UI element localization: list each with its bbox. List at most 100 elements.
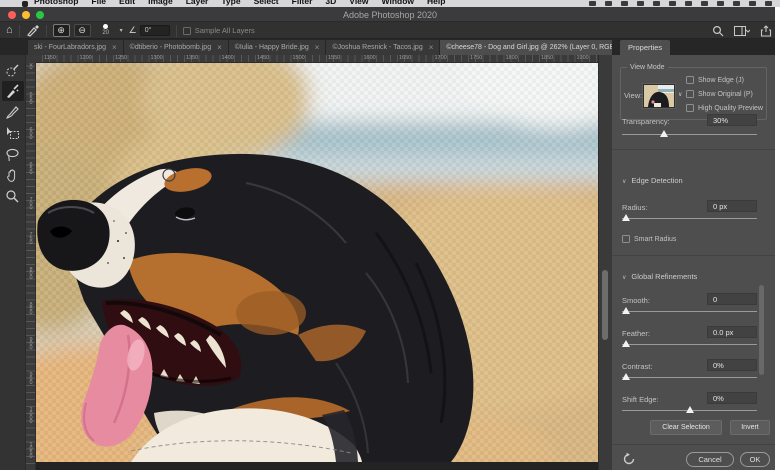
refinement-slider-thumb[interactable] <box>622 340 631 347</box>
smart-radius-row[interactable]: Smart Radius <box>622 235 676 243</box>
image-canvas[interactable] <box>36 63 598 462</box>
cancel-button[interactable]: Cancel <box>686 452 734 467</box>
menu-item[interactable]: Photoshop <box>34 0 78 6</box>
radius-slider[interactable] <box>622 214 757 221</box>
panel-scrollbar[interactable] <box>759 285 764 375</box>
menu-item[interactable]: Type <box>221 0 240 6</box>
brush-angle-icon: ∠ <box>128 25 137 35</box>
canvas-scrollbar[interactable] <box>602 270 608 340</box>
refinement-label: Feather: <box>622 329 650 338</box>
transparency-label: Transparency: <box>622 117 670 126</box>
ruler-tick-label: 900 <box>28 337 34 349</box>
ruler-tick-label: 1650 <box>399 55 412 61</box>
view-thumbnail-image <box>644 85 674 107</box>
brush-tool[interactable] <box>2 102 24 122</box>
refinement-slider[interactable] <box>622 340 757 347</box>
ok-button[interactable]: OK <box>740 452 770 467</box>
checkbox[interactable] <box>686 90 694 98</box>
document-tab[interactable]: ©Joshua Resnick - Tacos.jpg × <box>326 40 440 55</box>
zoom-tool[interactable] <box>2 186 24 206</box>
document-tab[interactable]: ski - FourLabradors.jpg × <box>28 40 123 55</box>
refinement-slider[interactable] <box>622 373 757 380</box>
canvas-right-gutter <box>598 55 612 470</box>
refine-brush-preset-icon[interactable] <box>26 24 40 37</box>
reset-icon[interactable] <box>622 452 636 466</box>
refinement-slider-thumb[interactable] <box>622 373 631 380</box>
refinement-slider[interactable] <box>622 406 757 413</box>
document-tabs: ski - FourLabradors.jpg × ©dtiberio - Ph… <box>28 40 635 55</box>
checkbox[interactable] <box>686 104 694 112</box>
tab-close-icon[interactable]: × <box>315 43 320 52</box>
search-icon[interactable] <box>712 25 724 37</box>
refinement-value-field[interactable]: 0% <box>707 359 757 371</box>
document-tab[interactable]: ©Iulia - Happy Bride.jpg × <box>228 40 326 55</box>
refinement-slider[interactable] <box>622 307 757 314</box>
refine-edge-brush-tool[interactable] <box>1 81 24 101</box>
menu-item[interactable]: Layer <box>186 0 209 6</box>
refinement-label: Smooth: <box>622 296 650 305</box>
tab-close-icon[interactable]: × <box>429 43 434 52</box>
transparency-slider-thumb[interactable] <box>659 130 668 137</box>
checkbox-label: Show Edge (J) <box>698 76 744 84</box>
quick-selection-tool[interactable] <box>2 60 24 80</box>
brush-size-value: 20 <box>102 29 109 36</box>
sample-all-layers-checkbox[interactable] <box>182 26 191 35</box>
refinement-value-field[interactable]: 0% <box>707 392 757 404</box>
view-dropdown-caret-icon[interactable]: ∨ <box>678 91 682 98</box>
view-option-row[interactable]: High Quality Preview <box>686 104 763 112</box>
share-icon[interactable] <box>760 24 772 37</box>
menu-item[interactable]: View <box>349 0 368 6</box>
subtract-from-selection-button[interactable]: ⊖ <box>73 24 91 37</box>
document-tab[interactable]: ©cheese78 - Dog and Girl.jpg @ 262% (Lay… <box>440 40 635 55</box>
menu-item[interactable]: Image <box>148 0 173 6</box>
menu-item[interactable]: Filter <box>292 0 313 6</box>
lasso-tool[interactable] <box>2 144 24 164</box>
transparency-slider[interactable] <box>622 130 757 137</box>
ruler-tick-label: 600 <box>28 127 34 139</box>
refinement-slider-thumb[interactable] <box>685 406 694 413</box>
chevron-down-icon: ∨ <box>622 179 627 185</box>
menu-item[interactable]: 3D <box>325 0 336 6</box>
menu-item[interactable]: Select <box>254 0 279 6</box>
workspace-switcher-icon[interactable] <box>734 25 750 37</box>
brush-size-picker[interactable]: 20 <box>97 23 115 39</box>
invert-button[interactable]: Invert <box>730 420 770 435</box>
view-option-row[interactable]: Show Original (P) <box>686 90 753 98</box>
menu-item[interactable]: Window <box>382 0 415 6</box>
clear-selection-button[interactable]: Clear Selection <box>650 420 722 435</box>
transparency-value-field[interactable]: 30% <box>707 114 757 126</box>
add-to-selection-button[interactable]: ⊕ <box>52 24 70 37</box>
view-option-row[interactable]: Show Edge (J) <box>686 76 744 84</box>
properties-panel: Properties View Mode View: ∨ Show Edge (… <box>612 39 775 470</box>
home-icon[interactable]: ⌂ <box>6 22 13 39</box>
refinement-value-field[interactable]: 0.0 px <box>707 326 757 338</box>
ruler-tick-label: 1300 <box>150 55 163 61</box>
tool-options-bar: ⌂ ⊕ ⊖ 20 ▾ ∠ 0° Sample All Layers <box>0 22 780 39</box>
global-refinements-header[interactable]: ∨ Global Refinements <box>622 272 697 281</box>
edge-detection-header[interactable]: ∨ Edge Detection <box>622 176 683 185</box>
tab-close-icon[interactable]: × <box>112 43 117 52</box>
ruler-tick-label: 1050 <box>28 442 34 458</box>
properties-panel-tab[interactable]: Properties <box>620 40 671 55</box>
document-tab[interactable]: ©dtiberio - Photobomb.jpg × <box>123 40 228 55</box>
tab-close-icon[interactable]: × <box>217 43 222 52</box>
smart-radius-checkbox[interactable] <box>622 235 630 243</box>
brush-size-dropdown-caret[interactable]: ▾ <box>120 27 123 34</box>
brush-angle-field[interactable]: 0° <box>139 25 170 36</box>
checkbox[interactable] <box>686 76 694 84</box>
view-mode-label: View Mode <box>627 64 668 71</box>
document-tab-label: ©Joshua Resnick - Tacos.jpg <box>332 44 423 51</box>
object-selection-tool[interactable] <box>2 123 24 143</box>
ruler-tick-label: 1600 <box>363 55 376 61</box>
document-tab-label: ski - FourLabradors.jpg <box>34 44 106 51</box>
refinement-value-field[interactable]: 0 <box>707 293 757 305</box>
radius-value-field[interactable]: 0 px <box>707 200 757 212</box>
hand-tool[interactable] <box>2 165 24 185</box>
refinement-slider-thumb[interactable] <box>622 307 631 314</box>
menu-item[interactable]: Edit <box>119 0 135 6</box>
view-mode-thumbnail[interactable] <box>642 83 676 109</box>
menu-item[interactable]: Help <box>427 0 445 6</box>
menu-item[interactable]: File <box>91 0 106 6</box>
radius-slider-thumb[interactable] <box>622 214 631 221</box>
ruler-tick-label: 850 <box>28 302 34 314</box>
